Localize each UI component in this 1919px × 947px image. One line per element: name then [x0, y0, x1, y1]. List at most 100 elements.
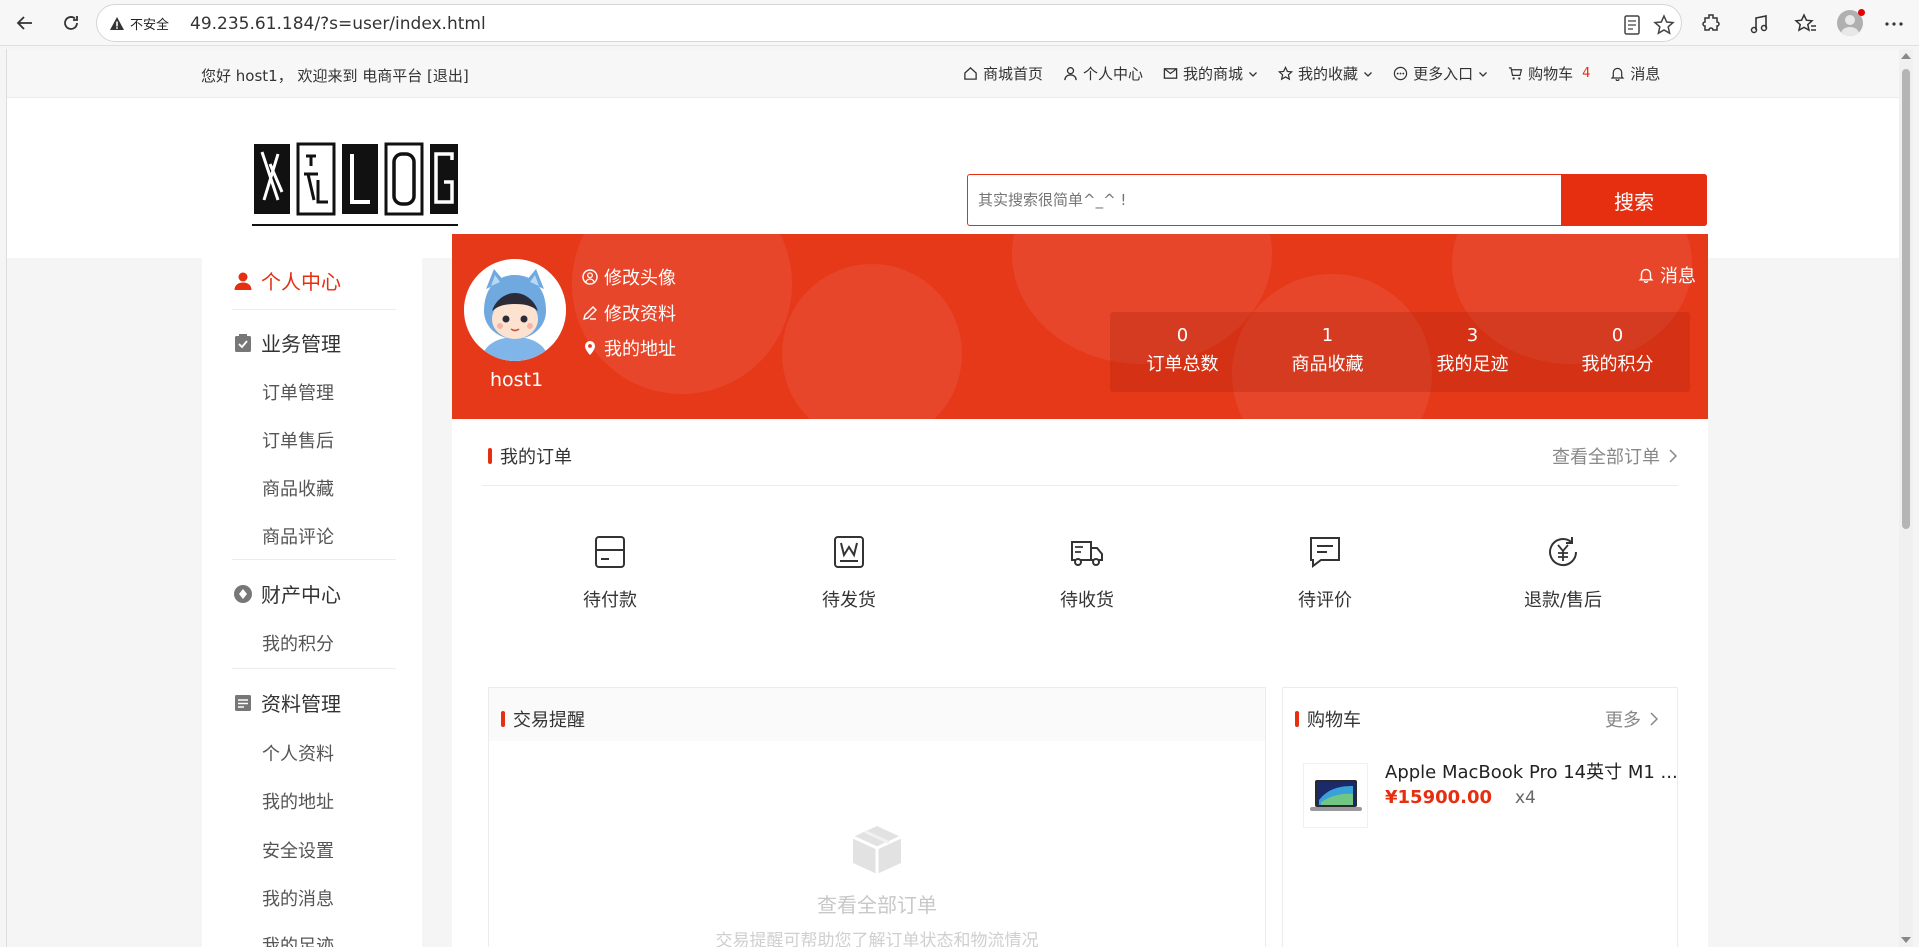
- sidebar-item-after-sales[interactable]: 订单售后: [262, 427, 334, 453]
- order-status-label: 待发货: [822, 590, 876, 611]
- nav-cart[interactable]: 购物车 4: [1508, 63, 1590, 84]
- order-status-pending-payment[interactable]: 待付款: [530, 534, 690, 612]
- bell-icon: [1638, 268, 1654, 283]
- user-avatar[interactable]: [464, 259, 566, 361]
- sidebar-item-my-address[interactable]: 我的地址: [262, 788, 334, 814]
- order-status-refund[interactable]: 退款/售后: [1483, 534, 1643, 612]
- nav-my-favorites[interactable]: 我的收藏: [1278, 63, 1373, 84]
- cart-more-link[interactable]: 更多: [1605, 706, 1659, 732]
- nav-user-center[interactable]: 个人中心: [1063, 63, 1143, 84]
- sidebar-item-my-footprints[interactable]: 我的足迹: [262, 932, 334, 947]
- scroll-down-arrow[interactable]: [1901, 937, 1911, 943]
- order-status-label: 待收货: [1060, 590, 1114, 611]
- sidebar-item-order-management[interactable]: 订单管理: [262, 379, 334, 405]
- user-circle-icon: [582, 269, 598, 285]
- cart-item-image[interactable]: [1303, 763, 1368, 828]
- search-button[interactable]: 搜索: [1561, 174, 1707, 226]
- comment-icon: [1310, 537, 1340, 568]
- sidebar-group-user-center[interactable]: 个人中心: [233, 266, 341, 295]
- cart-item-price: ¥15900.00: [1385, 787, 1493, 808]
- security-label: 不安全: [130, 18, 170, 33]
- stat-footprints[interactable]: 3 我的足迹: [1400, 325, 1545, 376]
- media-icon[interactable]: [1748, 12, 1772, 36]
- mail-icon: [1163, 68, 1178, 79]
- favorite-star-icon[interactable]: [1653, 14, 1675, 36]
- welcome-text: 您好 host1， 欢迎来到 电商平台 [退出]: [201, 67, 469, 85]
- stat-label: 我的足迹: [1436, 354, 1509, 375]
- back-button[interactable]: [10, 8, 40, 38]
- order-status-pending-receipt[interactable]: 待收货: [1007, 534, 1167, 612]
- stat-product-favorites[interactable]: 1 商品收藏: [1255, 325, 1400, 376]
- order-status-pending-review[interactable]: 待评价: [1245, 534, 1405, 612]
- user-filled-icon: [234, 272, 252, 290]
- favorites-icon[interactable]: [1794, 12, 1818, 36]
- stat-value: 0: [1176, 325, 1189, 346]
- my-address-link[interactable]: 我的地址: [582, 335, 676, 361]
- sidebar-group-label: 资料管理: [261, 692, 341, 716]
- sidebar-group-label: 业务管理: [261, 332, 341, 356]
- nav-label: 购物车: [1528, 65, 1574, 83]
- sidebar-item-my-messages[interactable]: 我的消息: [262, 885, 334, 911]
- order-status-label: 退款/售后: [1523, 590, 1603, 611]
- panel-title-text: 交易提醒: [513, 710, 585, 731]
- cart-item-name[interactable]: Apple MacBook Pro 14英寸 M1 ...: [1385, 758, 1678, 784]
- extensions-icon[interactable]: [1700, 12, 1724, 36]
- nav-mall-home[interactable]: 商城首页: [963, 63, 1043, 84]
- scroll-up-arrow[interactable]: [1901, 53, 1911, 59]
- sidebar-item-personal-info[interactable]: 个人资料: [262, 740, 334, 766]
- security-indicator[interactable]: 不安全: [109, 14, 169, 33]
- nav-more-entries[interactable]: 更多入口: [1393, 63, 1488, 84]
- change-avatar-link[interactable]: 修改头像: [582, 264, 676, 290]
- order-status-label: 待评价: [1298, 590, 1352, 611]
- stat-value: 1: [1321, 325, 1334, 346]
- order-status-pending-shipment[interactable]: 待发货: [769, 534, 929, 612]
- sidebar-item-product-reviews[interactable]: 商品评论: [262, 523, 334, 549]
- user-icon: [1064, 67, 1077, 81]
- nav-my-mall[interactable]: 我的商城: [1163, 63, 1258, 84]
- stat-points[interactable]: 0 我的积分: [1545, 325, 1690, 376]
- url-text[interactable]: 49.235.61.184/?s=user/index.html: [190, 14, 486, 34]
- more-circle-icon: [1393, 66, 1408, 81]
- browser-toolbar: 不安全 49.235.61.184/?s=user/index.html: [0, 0, 1919, 46]
- username: host1: [490, 369, 544, 391]
- search-input[interactable]: [968, 175, 1558, 225]
- stat-order-total[interactable]: 0 订单总数: [1110, 325, 1255, 376]
- title-marker: [1295, 711, 1299, 727]
- edit-profile-link[interactable]: 修改资料: [582, 300, 676, 326]
- nav-messages[interactable]: 消息: [1610, 63, 1660, 84]
- chevron-right-icon: [1650, 712, 1659, 726]
- sidebar-group-profile-data[interactable]: 资料管理: [233, 688, 341, 717]
- site-logo[interactable]: [248, 134, 459, 234]
- nav-label: 商城首页: [983, 65, 1044, 83]
- nav-label: 我的收藏: [1298, 65, 1359, 83]
- panel-title: 购物车: [1295, 706, 1361, 732]
- reload-button[interactable]: [56, 8, 86, 38]
- address-bar[interactable]: 不安全 49.235.61.184/?s=user/index.html: [96, 4, 1682, 42]
- stat-label: 商品收藏: [1291, 354, 1364, 375]
- sidebar-group-assets[interactable]: 财产中心: [233, 579, 341, 608]
- scroll-thumb[interactable]: [1902, 69, 1910, 529]
- search-box: 搜索: [967, 174, 1707, 226]
- sidebar-item-my-points[interactable]: 我的积分: [262, 630, 334, 656]
- location-pin-icon: [585, 341, 595, 355]
- arrow-left-icon: [16, 16, 32, 30]
- reader-mode-icon[interactable]: [1621, 14, 1643, 36]
- archive-icon: [235, 694, 251, 711]
- cart-count-badge: 4: [1582, 66, 1591, 81]
- order-status-label: 待付款: [583, 590, 637, 611]
- sidebar-item-security-settings[interactable]: 安全设置: [262, 837, 334, 863]
- chevron-down-icon: [1249, 71, 1258, 77]
- section-title-text: 我的订单: [500, 447, 572, 468]
- banner-messages-link[interactable]: 消息: [1638, 262, 1696, 288]
- nav-label: 消息: [1630, 65, 1661, 83]
- sidebar-item-product-favorites[interactable]: 商品收藏: [262, 475, 334, 501]
- page-scrollbar[interactable]: [1899, 49, 1913, 947]
- empty-state-title[interactable]: 查看全部订单: [489, 889, 1265, 918]
- more-options-icon[interactable]: [1882, 12, 1906, 36]
- sidebar-group-business[interactable]: 业务管理: [233, 328, 341, 357]
- stat-value: 3: [1466, 325, 1479, 346]
- panel-title: 交易提醒: [501, 706, 585, 732]
- view-all-orders-link[interactable]: 查看全部订单: [1552, 443, 1678, 469]
- link-label: 我的地址: [604, 339, 676, 360]
- warning-icon: [110, 16, 124, 30]
